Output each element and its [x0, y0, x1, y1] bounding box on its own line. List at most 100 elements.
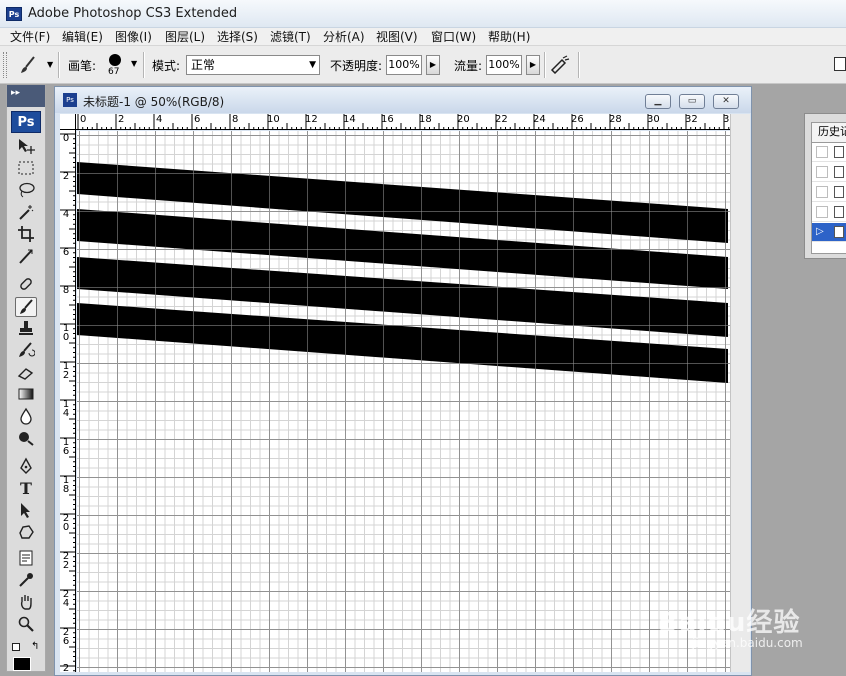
default-colors-icon[interactable] — [12, 643, 20, 651]
menu-select[interactable]: 选择(S) — [215, 29, 260, 45]
flow-input[interactable]: 100% — [486, 55, 522, 75]
crop-tool[interactable] — [15, 225, 37, 245]
menu-analysis[interactable]: 分析(A) — [321, 29, 367, 45]
zoom-tool[interactable] — [15, 615, 37, 635]
brush-preview-icon[interactable] — [109, 54, 121, 66]
ruler-top-label: 8 — [232, 114, 239, 125]
vertical-ruler[interactable]: 0 2 4 6 8 1 0 1 2 1 4 1 6 1 8 2 0 2 2 2 … — [60, 130, 76, 672]
maximize-button[interactable]: ▭ — [679, 94, 705, 109]
menu-help[interactable]: 帮助(H) — [486, 29, 532, 45]
app-title-bar: Ps Adobe Photoshop CS3 Extended — [0, 0, 846, 28]
ruler-left-label: 4 — [62, 209, 70, 220]
ruler-top-label: 26 — [571, 114, 584, 125]
menu-window[interactable]: 窗口(W) — [429, 29, 478, 45]
opacity-slider-arrow-icon[interactable]: ▶ — [426, 55, 440, 75]
ruler-left-label: 1 4 — [62, 399, 70, 419]
document-title-bar[interactable]: Ps 未标题-1 @ 50%(RGB/8) ▁ ▭ ✕ — [55, 87, 751, 113]
healing-brush-tool-icon — [20, 278, 32, 290]
healing-brush-tool[interactable] — [15, 275, 37, 295]
blur-tool-icon — [20, 407, 32, 425]
toolbox-expand-icon[interactable]: ▸▸ — [11, 88, 20, 98]
eraser-tool[interactable] — [15, 363, 37, 383]
baidu-jingyan-watermark: Baidu经验 jingyan.baidu.com — [648, 592, 818, 656]
history-panel: 历史记 ▷ — [804, 113, 846, 259]
airbrush-toggle-button[interactable] — [549, 54, 573, 76]
history-checkbox[interactable] — [816, 166, 828, 178]
ruler-left-label: 0 — [62, 133, 70, 144]
mode-label: 模式: — [152, 59, 181, 73]
history-brush-tool[interactable] — [15, 341, 37, 361]
toolbox-ps-logo[interactable]: Ps — [11, 111, 41, 133]
shape-tool[interactable] — [15, 523, 37, 543]
options-bar: ▼ 画笔: 67 ▼ 模式: 正常 ▼ 不透明度: 100% ▶ 流量: 100… — [0, 46, 846, 84]
type-tool[interactable]: T — [15, 479, 37, 499]
foreground-color-swatch[interactable] — [13, 657, 31, 671]
hand-tool-icon — [20, 595, 32, 610]
maximize-icon: ▭ — [687, 96, 697, 106]
eyedropper-tool[interactable] — [15, 571, 37, 591]
clone-stamp-tool[interactable] — [15, 319, 37, 339]
menu-edit[interactable]: 编辑(E) — [60, 29, 105, 45]
slice-tool-icon — [19, 249, 33, 264]
mode-select[interactable]: 正常 ▼ — [186, 55, 320, 75]
brush-label: 画笔: — [68, 59, 97, 73]
marquee-tool[interactable] — [15, 159, 37, 179]
ruler-origin[interactable] — [60, 114, 76, 130]
swap-colors-icon[interactable]: ↰ — [31, 641, 39, 652]
history-item[interactable] — [812, 143, 846, 162]
dodge-tool[interactable] — [15, 429, 37, 449]
history-checkbox[interactable] — [816, 206, 828, 218]
palette-well-icon[interactable] — [834, 57, 846, 71]
move-tool-icon — [19, 139, 35, 154]
pen-tool[interactable] — [15, 457, 37, 477]
history-item[interactable] — [812, 183, 846, 202]
flow-slider-arrow-icon[interactable]: ▶ — [526, 55, 540, 75]
menu-file[interactable]: 文件(F) — [8, 29, 52, 45]
options-grip[interactable] — [3, 52, 7, 78]
slice-tool[interactable] — [15, 247, 37, 267]
airbrush-icon — [550, 55, 570, 75]
tool-preset-button[interactable]: ▼ — [14, 54, 53, 76]
history-panel-tab[interactable]: 历史记 — [811, 122, 846, 142]
hand-tool[interactable] — [15, 593, 37, 613]
document-canvas[interactable] — [77, 131, 730, 672]
lasso-tool[interactable] — [15, 181, 37, 201]
document-vertical-scrollbar[interactable] — [730, 114, 750, 672]
brush-history-icon — [834, 186, 844, 198]
move-tool[interactable] — [15, 137, 37, 157]
path-selection-tool[interactable] — [15, 501, 37, 521]
options-separator — [578, 52, 580, 78]
brush-tool[interactable] — [15, 297, 37, 317]
ruler-top-label: 22 — [495, 114, 508, 125]
history-item[interactable] — [812, 203, 846, 222]
ruler-left-label: 6 — [62, 247, 70, 258]
history-checkbox[interactable] — [816, 146, 828, 158]
ruler-left-label: 2 6 — [62, 627, 70, 647]
history-state-marker-icon[interactable]: ▷ — [816, 226, 828, 238]
toolbox-header[interactable]: ▸▸ — [7, 85, 45, 107]
notes-tool[interactable] — [15, 549, 37, 569]
menu-image[interactable]: 图像(I) — [113, 29, 154, 45]
history-item[interactable] — [812, 163, 846, 182]
history-item-current[interactable]: ▷ — [812, 223, 846, 242]
minimize-button[interactable]: ▁ — [645, 94, 671, 109]
lasso-tool-icon — [19, 182, 35, 198]
dodge-tool-icon — [19, 432, 34, 446]
document-history-icon — [834, 226, 844, 238]
menu-filter[interactable]: 滤镜(T) — [268, 29, 313, 45]
brush-picker-chevron-down-icon[interactable]: ▼ — [131, 59, 137, 68]
opacity-input[interactable]: 100% — [386, 55, 422, 75]
menu-layer[interactable]: 图层(L) — [163, 29, 207, 45]
gradient-tool[interactable] — [15, 385, 37, 405]
blur-tool[interactable] — [15, 407, 37, 427]
custom-shape-tool-icon — [19, 525, 34, 539]
horizontal-ruler[interactable]: 0 2 4 6 8 10 12 14 16 18 20 22 24 26 28 … — [76, 114, 730, 130]
options-separator — [58, 52, 60, 78]
ruler-top-label: 24 — [533, 114, 546, 125]
history-checkbox[interactable] — [816, 186, 828, 198]
ruler-left-label: 1 8 — [62, 475, 70, 495]
menu-view[interactable]: 视图(V) — [374, 29, 420, 45]
close-button[interactable]: ✕ — [713, 94, 739, 109]
toolbox: ▸▸ Ps T ↰ — [6, 84, 46, 672]
magic-wand-tool[interactable] — [15, 203, 37, 223]
